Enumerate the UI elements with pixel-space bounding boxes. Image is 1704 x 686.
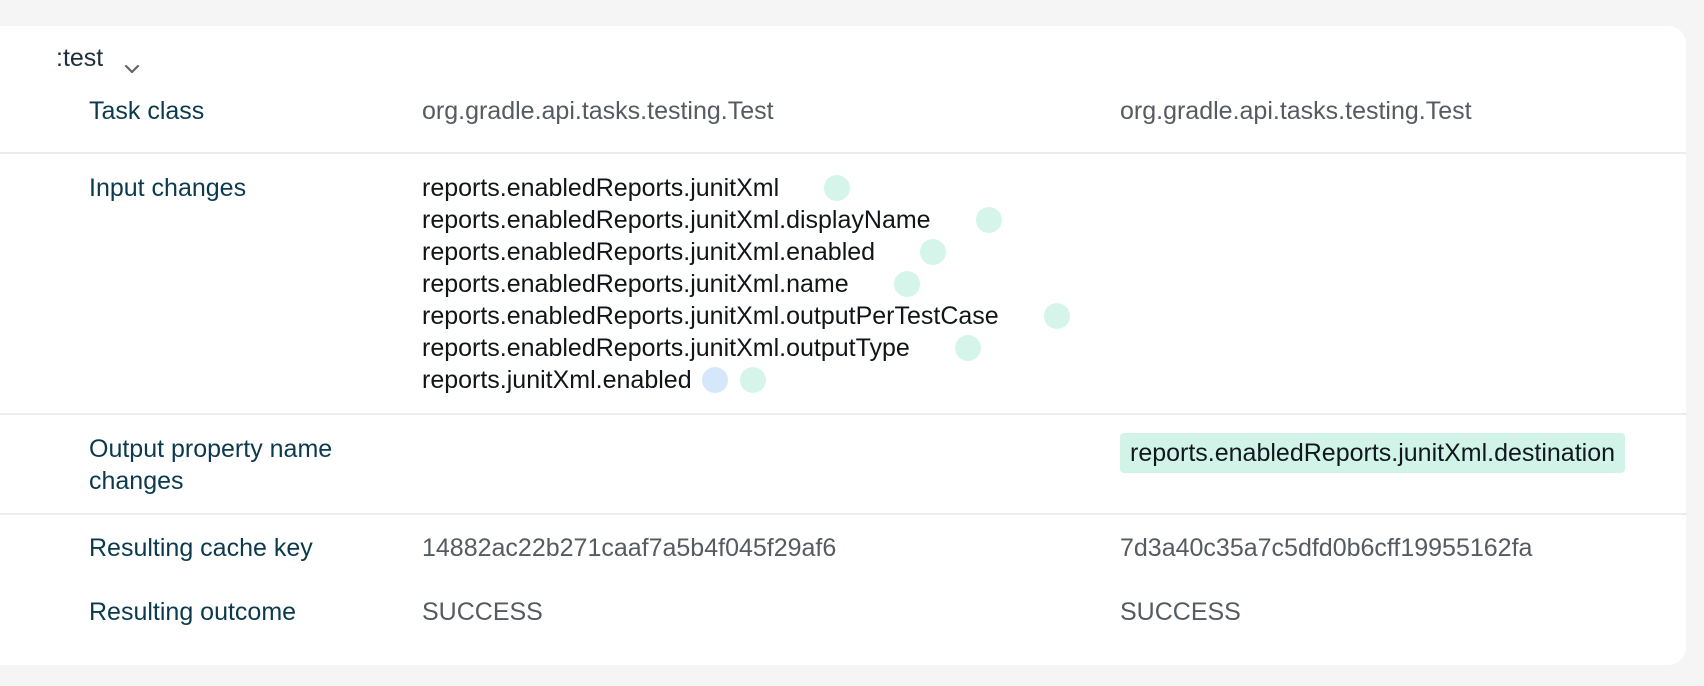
added-indicator-icon xyxy=(1043,303,1070,329)
added-indicator-icon xyxy=(824,175,851,201)
chevron-down-icon[interactable] xyxy=(123,54,141,73)
task-class-right-value: org.gradle.api.tasks.testing.Test xyxy=(1120,97,1472,125)
input-change-name: reports.enabledReports.junitXml xyxy=(422,173,780,202)
outcome-right-value: SUCCESS xyxy=(1120,598,1241,626)
added-indicator-icon xyxy=(739,367,766,393)
cache-key-left-value: 14882ac22b271caaf7a5b4f045f29af6 xyxy=(422,534,837,562)
input-changes-label: Input changes xyxy=(89,174,247,202)
list-item: reports.enabledReports.junitXml.displayN… xyxy=(422,204,1002,236)
task-class-label: Task class xyxy=(89,97,205,125)
divider xyxy=(0,413,1686,415)
list-item: reports.enabledReports.junitXml.name xyxy=(422,268,920,300)
removed-indicator-icon xyxy=(701,367,728,393)
input-change-name: reports.junitXml.enabled xyxy=(422,365,692,394)
added-indicator-icon xyxy=(975,207,1002,233)
cache-key-label: Resulting cache key xyxy=(89,534,313,562)
task-class-left-value: org.gradle.api.tasks.testing.Test xyxy=(422,97,774,125)
output-property-label: Output property name changes xyxy=(89,433,332,497)
output-property-label-line1: Output property name xyxy=(89,435,333,463)
added-indicator-icon xyxy=(954,335,981,361)
list-item: reports.enabledReports.junitXml.enabled xyxy=(422,236,947,268)
cache-key-right-value: 7d3a40c35a7c5dfd0b6cff19955162fa xyxy=(1120,534,1533,562)
divider xyxy=(0,513,1686,515)
list-item: reports.enabledReports.junitXml xyxy=(422,172,851,204)
added-indicator-icon xyxy=(920,239,947,265)
outcome-left-value: SUCCESS xyxy=(422,598,543,626)
added-indicator-icon xyxy=(893,271,920,297)
input-change-name: reports.enabledReports.junitXml.displayN… xyxy=(422,205,931,234)
task-header[interactable]: :test xyxy=(56,44,141,73)
input-change-name: reports.enabledReports.junitXml.outputTy… xyxy=(422,333,910,362)
task-name: :test xyxy=(56,44,104,72)
input-change-name: reports.enabledReports.junitXml.outputPe… xyxy=(422,301,999,330)
output-property-value-tag: reports.enabledReports.junitXml.destinat… xyxy=(1120,433,1625,473)
output-property-label-line2: changes xyxy=(89,467,184,495)
input-change-name: reports.enabledReports.junitXml.enabled xyxy=(422,237,876,266)
divider xyxy=(0,152,1686,154)
list-item: reports.enabledReports.junitXml.outputTy… xyxy=(422,332,981,364)
outcome-label: Resulting outcome xyxy=(89,598,297,626)
list-item: reports.enabledReports.junitXml.outputPe… xyxy=(422,300,1070,332)
list-item: reports.junitXml.enabled xyxy=(422,364,766,396)
input-change-name: reports.enabledReports.junitXml.name xyxy=(422,269,849,298)
